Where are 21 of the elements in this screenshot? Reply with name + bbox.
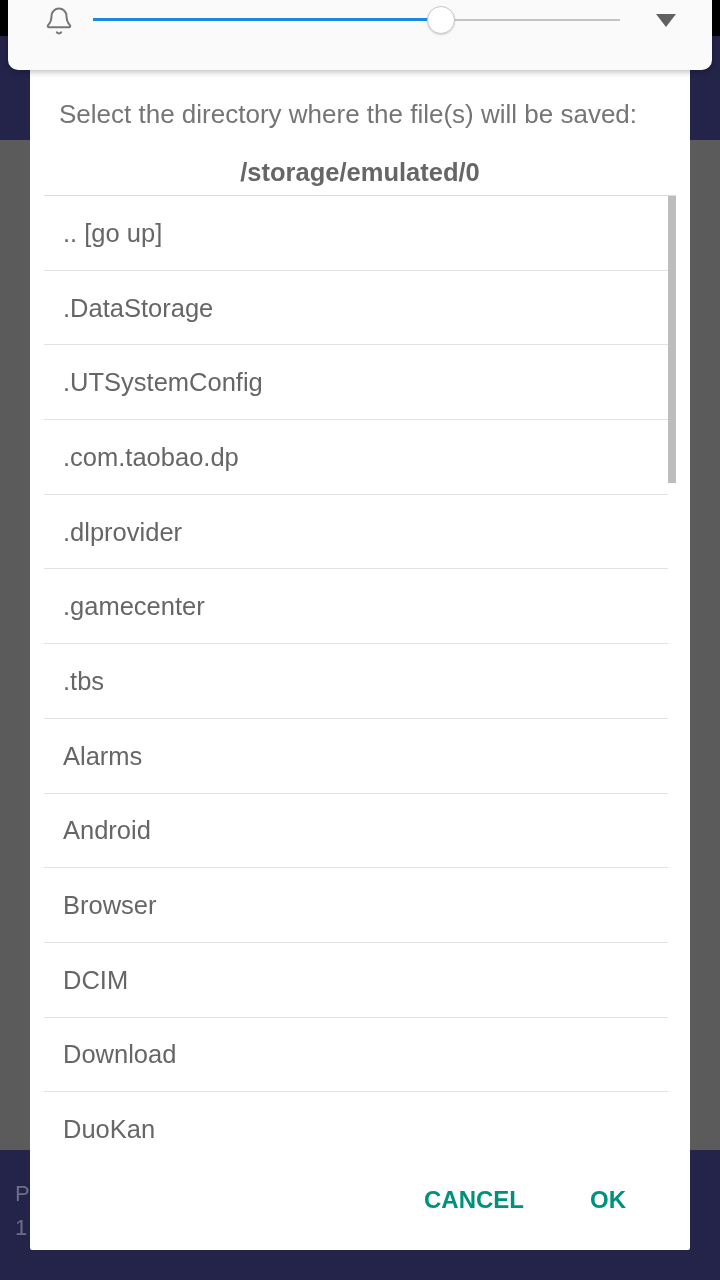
volume-slider[interactable] [93,6,620,34]
slider-thumb[interactable] [426,6,455,34]
cancel-button[interactable]: CANCEL [408,1176,540,1224]
directory-item[interactable]: DCIM [44,942,668,1018]
directory-item[interactable]: Android [44,793,668,869]
directory-item[interactable]: .tbs [44,644,668,719]
directory-item[interactable]: .dlprovider [44,494,668,570]
directory-item[interactable]: Browser [44,868,668,943]
directory-item[interactable]: .gamecenter [44,569,668,645]
scrollbar[interactable] [668,196,676,483]
dialog-message: Select the directory where the file(s) will be saved: [58,98,638,130]
current-path: /storage/emulated/0 [240,157,480,188]
directory-item[interactable]: .com.taobao.dp [44,420,668,495]
directory-item[interactable]: Download [44,1017,668,1093]
directory-item[interactable]: DuoKan [44,1092,668,1141]
background-text: 1 [15,1216,28,1240]
directory-item[interactable]: Alarms [44,718,668,794]
bell-icon[interactable] [44,6,74,36]
background-text: P [15,1182,30,1206]
ok-button[interactable]: OK [574,1176,642,1224]
caret-icon[interactable] [656,14,676,27]
